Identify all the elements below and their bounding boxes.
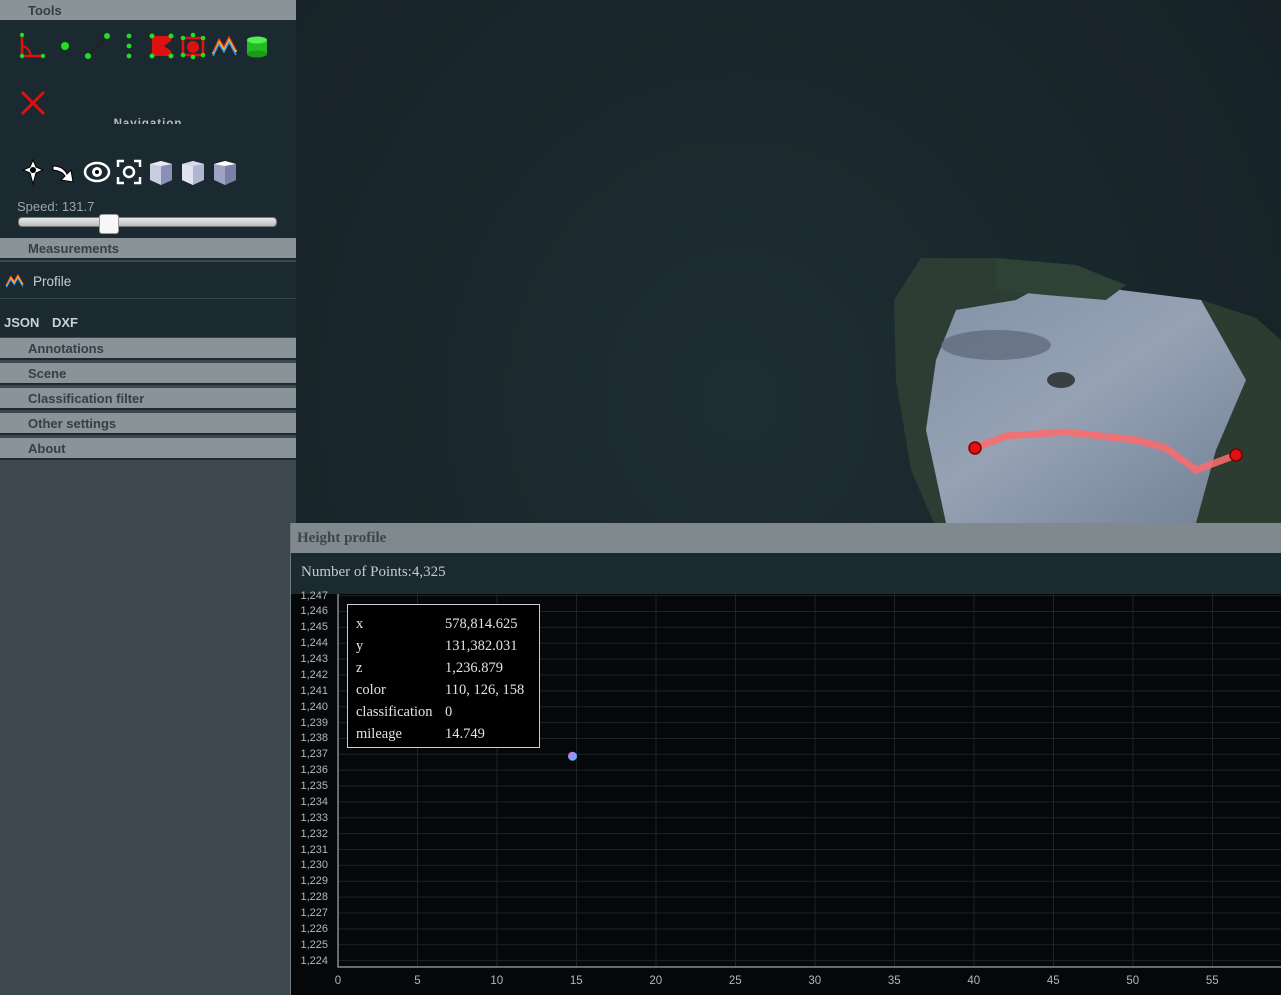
point-info-tooltip: x 578,814.625 y 131,382.031 z 1,236.879 col… [347,604,540,748]
speed-slider-track[interactable] [18,217,277,227]
navigation-panel: Speed: 131.7 [0,124,296,238]
tools-panel [0,22,296,125]
y-tick-label: 1,224 [300,954,328,967]
angle-icon[interactable] [17,32,45,60]
tooltip-value: 0 [445,703,453,720]
view-top-icon[interactable] [211,158,239,186]
y-tick-label: 1,245 [300,621,328,634]
x-tick-label: 0 [334,975,342,987]
earth-control-icon[interactable] [19,158,47,186]
annotations-header[interactable]: Annotations [0,338,296,360]
distance-icon[interactable] [83,32,111,60]
other-settings-header[interactable]: Other settings [0,413,296,435]
y-tick-label: 1,238 [300,732,328,745]
tooltip-key: y [356,637,364,654]
remove-all-icon[interactable] [19,89,47,117]
sidebar: Tools Speed: 131.7 Measurements Profile … [0,0,296,995]
y-tick-label: 1,235 [300,780,328,793]
y-tick-label: 1,236 [300,764,328,777]
point-cloud [894,258,1281,523]
y-tick-label: 1,231 [300,843,328,856]
point-count-label: Number of Points:4,325 [301,564,446,580]
point-icon[interactable] [51,32,79,60]
tooltip-value: 131,382.031 [445,637,518,654]
x-tick-label: 15 [569,975,583,987]
x-tick-label: 35 [887,975,901,987]
speed-slider-thumb[interactable] [98,214,119,234]
y-tick-label: 1,242 [300,668,328,681]
x-tick-label: 30 [808,975,822,987]
cylinder-icon[interactable] [243,32,271,60]
tooltip-value: 110, 126, 158 [445,681,525,698]
orbit-control-icon[interactable] [83,158,111,186]
x-tick-label: 5 [414,975,421,987]
focus-icon[interactable] [115,158,143,186]
x-tick-label: 20 [649,975,663,987]
height-profile-plot[interactable]: 1,247 1,246 1,245 1,244 1,243 1,242 1,241 1,240… [291,589,1281,995]
view-left-icon[interactable] [179,158,207,186]
view-front-icon[interactable] [147,158,175,186]
height-profile-window: Height profile Number of Points:4,325 1,… [290,523,1281,995]
tools-header[interactable]: Tools [0,0,296,22]
profile-marker-start[interactable] [968,441,982,455]
measurement-item-profile[interactable]: Profile [0,262,296,299]
scene-header[interactable]: Scene [0,363,296,385]
y-tick-label: 1,227 [300,907,328,920]
x-tick-label: 45 [1046,975,1060,987]
profile-label: Profile [33,274,72,289]
x-tick-label: 10 [490,975,504,987]
x-tick-label: 40 [967,975,981,987]
y-tick-label: 1,225 [300,938,328,951]
tooltip-value: 14.749 [445,725,485,742]
y-tick-label: 1,246 [300,605,328,618]
fly-control-icon[interactable] [51,158,79,186]
tooltip-value: 578,814.625 [445,615,518,632]
height-profile-title[interactable]: Height profile [291,523,1281,553]
y-tick-label: 1,237 [300,748,328,761]
classification-filter-header[interactable]: Classification filter [0,388,296,410]
tooltip-key: z [356,659,363,676]
y-tick-label: 1,244 [300,637,328,650]
profile-marker-end[interactable] [1229,448,1243,462]
measurements-header[interactable]: Measurements [0,238,296,260]
y-tick-label: 1,240 [300,700,328,713]
export-json-link[interactable]: JSON [4,315,39,330]
y-tick-label: 1,243 [300,653,328,666]
tooltip-key: color [356,681,386,698]
y-tick-label: 1,230 [300,859,328,872]
x-tick-label: 25 [728,975,742,987]
y-tick-label: 1,239 [300,716,328,729]
y-tick-label: 1,234 [300,795,328,808]
tooltip-key: x [356,615,364,632]
tooltip-key: mileage [356,725,402,742]
export-row: JSON DXF [0,299,296,337]
y-tick-label: 1,232 [300,827,328,840]
x-tick-label: 55 [1205,975,1219,987]
y-tick-label: 1,226 [300,922,328,935]
speed-label: Speed: 131.7 [17,199,95,214]
export-dxf-link[interactable]: DXF [52,315,78,330]
tooltip-key: classification [356,703,433,720]
x-tick-label: 50 [1126,975,1140,987]
profile-point[interactable] [568,751,578,761]
y-tick-label: 1,229 [300,875,328,888]
y-tick-label: 1,247 [300,589,328,602]
y-tick-label: 1,228 [300,891,328,904]
tooltip-value: 1,236.879 [445,659,503,676]
y-tick-label: 1,241 [300,684,328,697]
profile-icon [5,273,24,288]
volume-icon[interactable] [179,32,207,60]
y-tick-label: 1,233 [300,811,328,824]
about-header[interactable]: About [0,438,296,460]
area-icon[interactable] [147,32,175,60]
profile-icon[interactable] [211,32,239,60]
height-icon[interactable] [115,32,143,60]
